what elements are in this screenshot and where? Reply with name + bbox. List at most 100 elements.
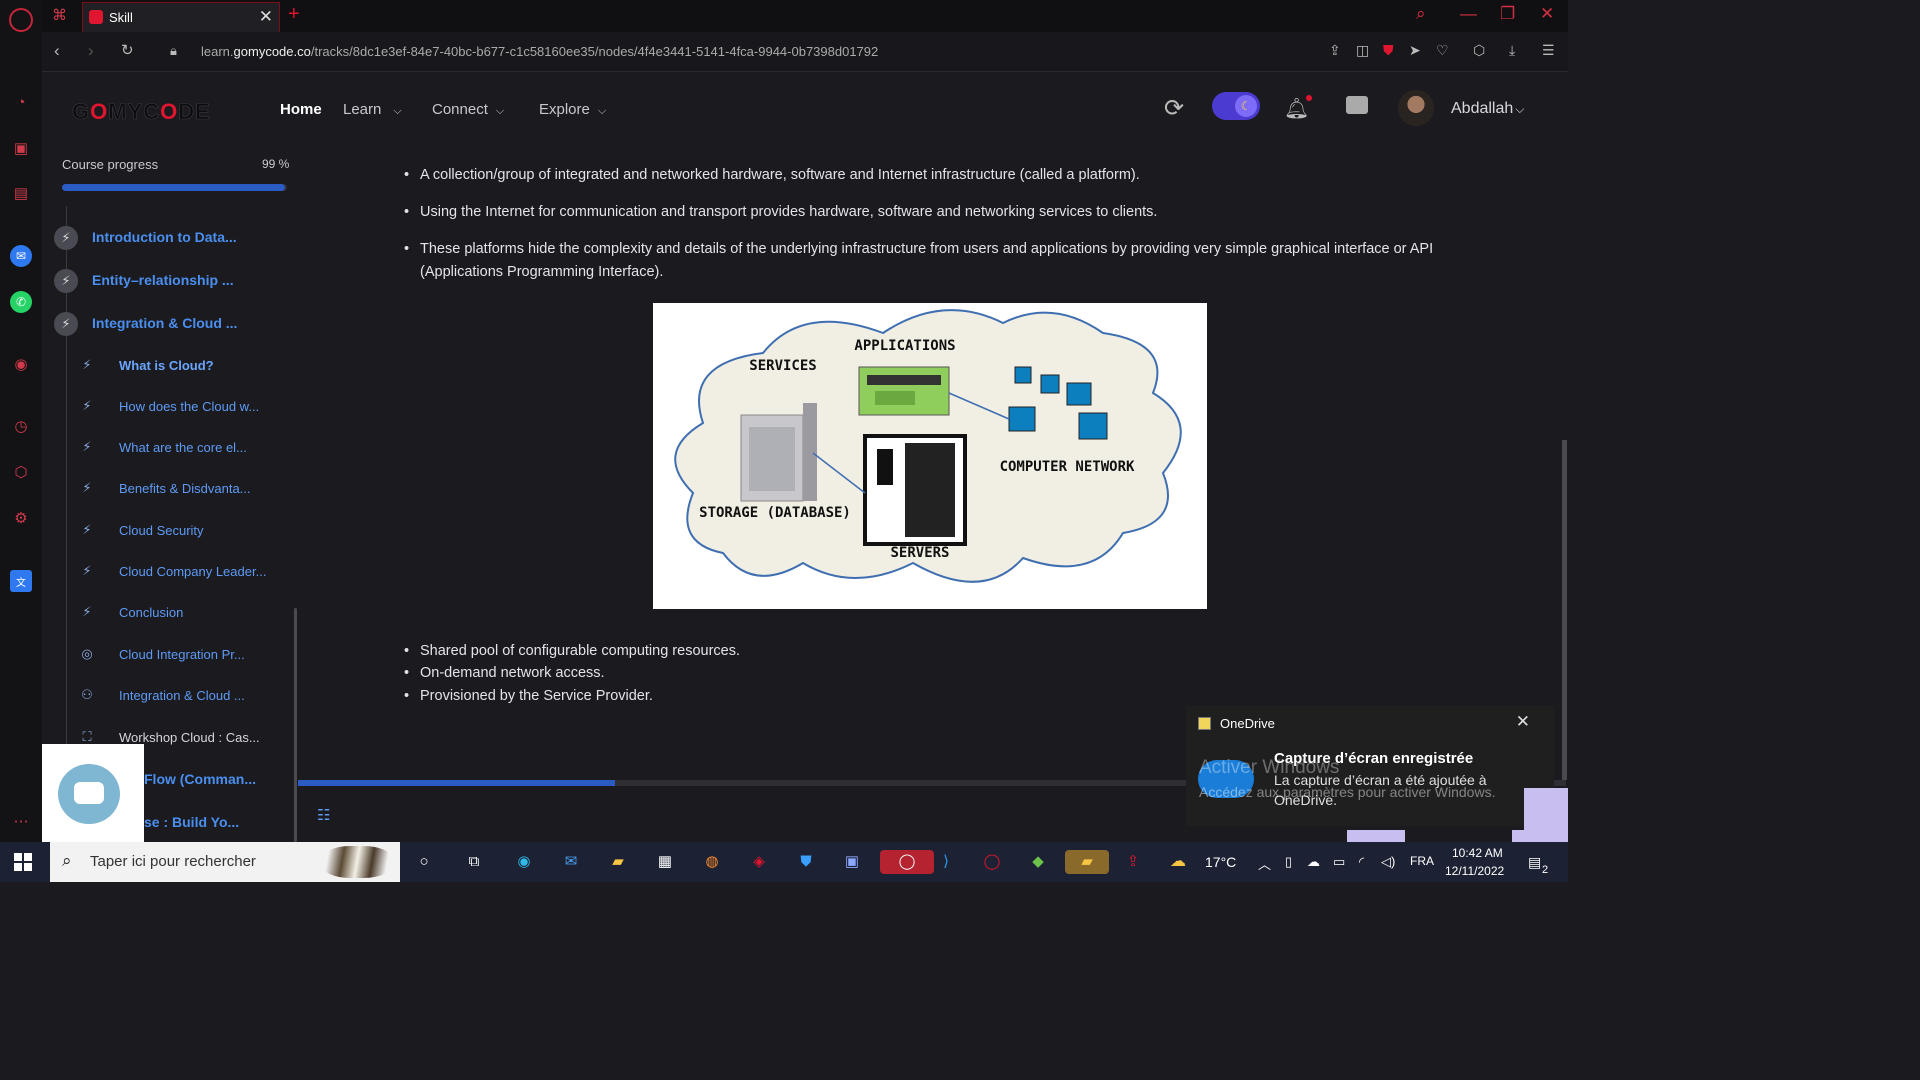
content-bullet: Shared pool of configurable computing re… [404, 640, 740, 663]
close-window-icon[interactable]: ✕ [1540, 4, 1554, 24]
file-explorer-icon[interactable]: ▰ [605, 850, 631, 874]
weather-temp[interactable]: 17°C [1205, 854, 1236, 870]
snapshot-camera-icon[interactable]: ◫ [1356, 42, 1369, 59]
history-icon[interactable]: ◷ [10, 415, 32, 437]
weather-icon[interactable]: ☁ [1170, 851, 1186, 871]
gx-icon[interactable]: ◈ [746, 850, 772, 874]
course-progress-label: Course progress [62, 157, 159, 172]
url-field[interactable]: learn.gomycode.co/tracks/8dc1e3ef-84e7-4… [201, 44, 878, 59]
messenger-icon[interactable]: ✉ [10, 245, 32, 267]
minimize-icon[interactable]: — [1460, 4, 1477, 24]
opera-taskbar-icon[interactable]: ◯ [880, 850, 934, 874]
vscode-icon[interactable]: ⟩ [933, 850, 959, 874]
whatsapp-icon[interactable]: ✆ [10, 291, 32, 313]
teams-icon[interactable]: ▣ [839, 850, 865, 874]
lesson-label: Benefits & Disdvanta... [119, 481, 251, 496]
username[interactable]: Abdallah ⌵ [1451, 100, 1524, 118]
gamepad-icon[interactable]: ⌘ [52, 6, 67, 24]
avatar[interactable] [1398, 90, 1434, 126]
sync-icon[interactable]: ⟳ [1164, 94, 1184, 123]
nav-connect[interactable]: Connect ⌵ [432, 101, 504, 118]
cube-icon[interactable]: ⬡ [1473, 42, 1485, 59]
reload-icon[interactable]: ↻ [121, 41, 134, 59]
nav-learn[interactable]: Learn ⌵ [343, 101, 402, 118]
twitch-icon[interactable]: ▤ [10, 182, 32, 204]
restore-icon[interactable]: ❐ [1500, 4, 1515, 24]
nav-learn-label: Learn [343, 101, 382, 118]
store-icon[interactable]: ▦ [652, 850, 678, 874]
forward-icon[interactable]: › [88, 41, 94, 61]
back-icon[interactable]: ‹ [54, 41, 60, 61]
share-icon[interactable]: ⇪ [1329, 42, 1341, 59]
workspace-icon[interactable]: ▣ [10, 137, 32, 159]
cortana-icon[interactable]: ○ [411, 850, 437, 874]
content-bullet: Provisioned by the Service Provider. [404, 685, 653, 708]
close-icon[interactable]: ✕ [1516, 712, 1530, 732]
bolt-icon: ⚡︎ [82, 480, 92, 495]
chapter-label: Entity–relationship ... [92, 272, 234, 288]
table-of-contents-icon[interactable]: ☷ [317, 806, 330, 824]
heart-icon[interactable]: ♡ [1436, 42, 1449, 59]
wifi-icon[interactable]: ◜ [1359, 854, 1364, 870]
clock-date[interactable]: 12/11/2022 [1445, 864, 1504, 878]
vpn-shield-icon[interactable]: ⛊ [1383, 42, 1394, 59]
reading-progress-fill [298, 780, 615, 786]
more-options-icon[interactable]: ⋯ [10, 810, 32, 832]
sidebar-scrollbar[interactable] [294, 608, 297, 842]
download-icon[interactable]: ⤓ [1509, 42, 1515, 59]
search-icon: ⌕ [62, 851, 72, 870]
defender-icon[interactable]: ⛊ [793, 850, 819, 874]
player-icon[interactable]: ◉ [10, 353, 32, 375]
easy-setup-icon[interactable]: ☰ [1542, 42, 1555, 59]
content-scrollbar[interactable] [1562, 440, 1567, 780]
servers-label: SERVERS [890, 545, 949, 561]
speed-dial-icon[interactable]: ◔ [10, 91, 32, 113]
notifications-icon[interactable]: ▤ [1528, 854, 1541, 871]
folder-icon[interactable]: ▰ [1065, 850, 1109, 874]
username-label: Abdallah [1451, 100, 1514, 117]
opera-sidebar: ◔ ▣ ▤ ✉ ✆ ◉ ◷ ⬡ ⚙ 文 ⋯ [0, 0, 42, 842]
firefox-icon[interactable]: ◍ [699, 850, 725, 874]
taskbar-search[interactable]: ⌕ Taper ici pour rechercher [50, 842, 400, 882]
edge-icon[interactable]: ◉ [511, 850, 537, 874]
network-label: COMPUTER NETWORK [1000, 459, 1135, 475]
nav-explore-label: Explore [539, 101, 590, 118]
language-indicator[interactable]: FRA [1410, 854, 1434, 868]
support-chat-button[interactable] [58, 764, 120, 824]
chat-icon[interactable] [1346, 96, 1368, 114]
opera-icon[interactable]: ◯ [979, 850, 1005, 874]
tab-skill[interactable]: Skill ✕ [82, 2, 280, 32]
device-icon[interactable]: ▯ [1285, 854, 1292, 870]
dark-mode-toggle[interactable]: ☾ [1212, 92, 1260, 120]
servers-rack-icon [863, 434, 967, 546]
translate-icon[interactable]: 文 [10, 570, 32, 592]
send-icon[interactable]: ➤ [1409, 42, 1421, 59]
mail-icon[interactable]: ✉ [558, 850, 584, 874]
search-tabs-icon[interactable]: ⌕ [1416, 4, 1426, 24]
game-icon[interactable]: ◆ [1025, 850, 1051, 874]
new-tab-icon[interactable]: + [288, 3, 300, 26]
tab-title: Skill [109, 10, 133, 25]
storage-label: STORAGE (DATABASE) [699, 505, 851, 521]
chevron-up-icon[interactable]: ︿ [1258, 854, 1271, 873]
nav-explore[interactable]: Explore ⌵ [539, 101, 606, 118]
clock-time[interactable]: 10:42 AM [1452, 846, 1503, 860]
bolt-icon: ⚡︎ [54, 226, 78, 250]
opera-logo-icon[interactable] [9, 8, 33, 32]
site-header: GOMYCODE Home Learn ⌵ Connect ⌵ Explore ⌵ ⟳… [42, 72, 1568, 146]
close-tab-icon[interactable]: ✕ [259, 7, 273, 27]
bolt-icon: ⚡︎ [54, 269, 78, 293]
task-view-icon[interactable]: ⧉ [461, 850, 487, 874]
settings-gear-icon[interactable]: ⚙ [10, 507, 32, 529]
bolt-icon: ⚡︎ [82, 563, 92, 578]
upload-icon[interactable]: ⇪ [1120, 850, 1146, 874]
windows-start-icon[interactable] [14, 853, 32, 871]
gomycode-logo[interactable]: GOMYCODE [72, 99, 211, 125]
battery-icon[interactable]: ▭ [1333, 854, 1345, 870]
volume-icon[interactable]: ◁) [1381, 854, 1395, 870]
chevron-down-icon: ⌵ [597, 105, 607, 117]
extensions-icon[interactable]: ⬡ [10, 461, 32, 483]
onedrive-tray-icon[interactable]: ☁ [1307, 854, 1320, 870]
lock-icon[interactable]: 🔒︎ [170, 43, 177, 59]
nav-home[interactable]: Home [280, 101, 322, 118]
